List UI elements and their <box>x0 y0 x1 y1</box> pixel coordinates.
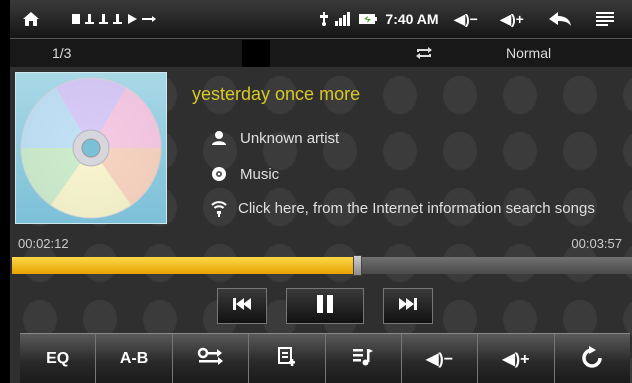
artist-name: Unknown artist <box>240 129 340 147</box>
internet-search-link[interactable]: Click here, from the Internet informatio… <box>238 200 618 232</box>
progress-fill <box>12 257 358 274</box>
switch-icon <box>197 347 224 372</box>
search-row[interactable] <box>210 200 230 218</box>
pause-icon <box>314 294 336 319</box>
usb-icon <box>318 0 330 38</box>
back-icon[interactable] <box>542 0 578 38</box>
player-content: yesterday once more Unknown artist Music… <box>10 67 632 383</box>
toolbar-volume-down-button[interactable]: ◀)− <box>402 334 479 383</box>
previous-icon <box>232 297 252 316</box>
music-player-screen: 7:40 AM ◀)− ◀)+ 1/3 Normal yesterday onc… <box>10 0 632 383</box>
person-icon <box>210 129 228 147</box>
playlist-button[interactable] <box>326 334 402 383</box>
next-icon <box>398 297 418 316</box>
artist-row: Unknown artist <box>210 129 339 147</box>
wireless-icon <box>210 200 228 218</box>
signal-icon <box>332 0 352 38</box>
ab-repeat-button[interactable]: A-B <box>96 334 173 383</box>
progress-thumb[interactable] <box>353 255 363 276</box>
cd-cover-icon <box>15 72 167 224</box>
volume-up-button[interactable]: ◀)+ <box>492 0 532 38</box>
pause-button[interactable] <box>286 288 364 324</box>
toolbar-volume-up-button[interactable]: ◀)+ <box>478 334 555 383</box>
menu-icon[interactable] <box>590 0 620 38</box>
track-title: yesterday once more <box>192 84 361 104</box>
bottom-toolbar: EQ A-B ◀)− ◀)+ <box>20 333 630 383</box>
notification-icons[interactable] <box>70 0 180 38</box>
switch-button[interactable] <box>173 334 250 383</box>
track-count: 1/3 <box>52 45 72 61</box>
play-mode-label[interactable]: Normal <box>506 39 551 67</box>
home-icon[interactable] <box>16 0 46 38</box>
playlist-add-button[interactable] <box>249 334 326 383</box>
refresh-icon <box>581 345 603 373</box>
battery-icon <box>356 0 380 38</box>
disc-icon <box>210 165 228 183</box>
eq-button[interactable]: EQ <box>20 334 97 383</box>
total-time: 00:03:57 <box>571 236 622 251</box>
album-row: Music <box>210 165 279 183</box>
refresh-button[interactable] <box>555 334 630 383</box>
elapsed-time: 00:02:12 <box>18 236 69 251</box>
playlist-add-icon <box>277 346 296 372</box>
black-box <box>242 40 270 67</box>
volume-down-button[interactable]: ◀)− <box>446 0 486 38</box>
info-bar: 1/3 Normal <box>10 39 632 67</box>
repeat-icon[interactable] <box>415 39 433 67</box>
next-button[interactable] <box>383 288 433 324</box>
playlist-icon <box>352 347 374 372</box>
progress-bar[interactable] <box>12 255 632 276</box>
previous-button[interactable] <box>217 288 267 324</box>
album-name: Music <box>240 165 280 183</box>
status-bar: 7:40 AM ◀)− ◀)+ <box>10 0 632 39</box>
clock: 7:40 AM <box>385 11 439 27</box>
